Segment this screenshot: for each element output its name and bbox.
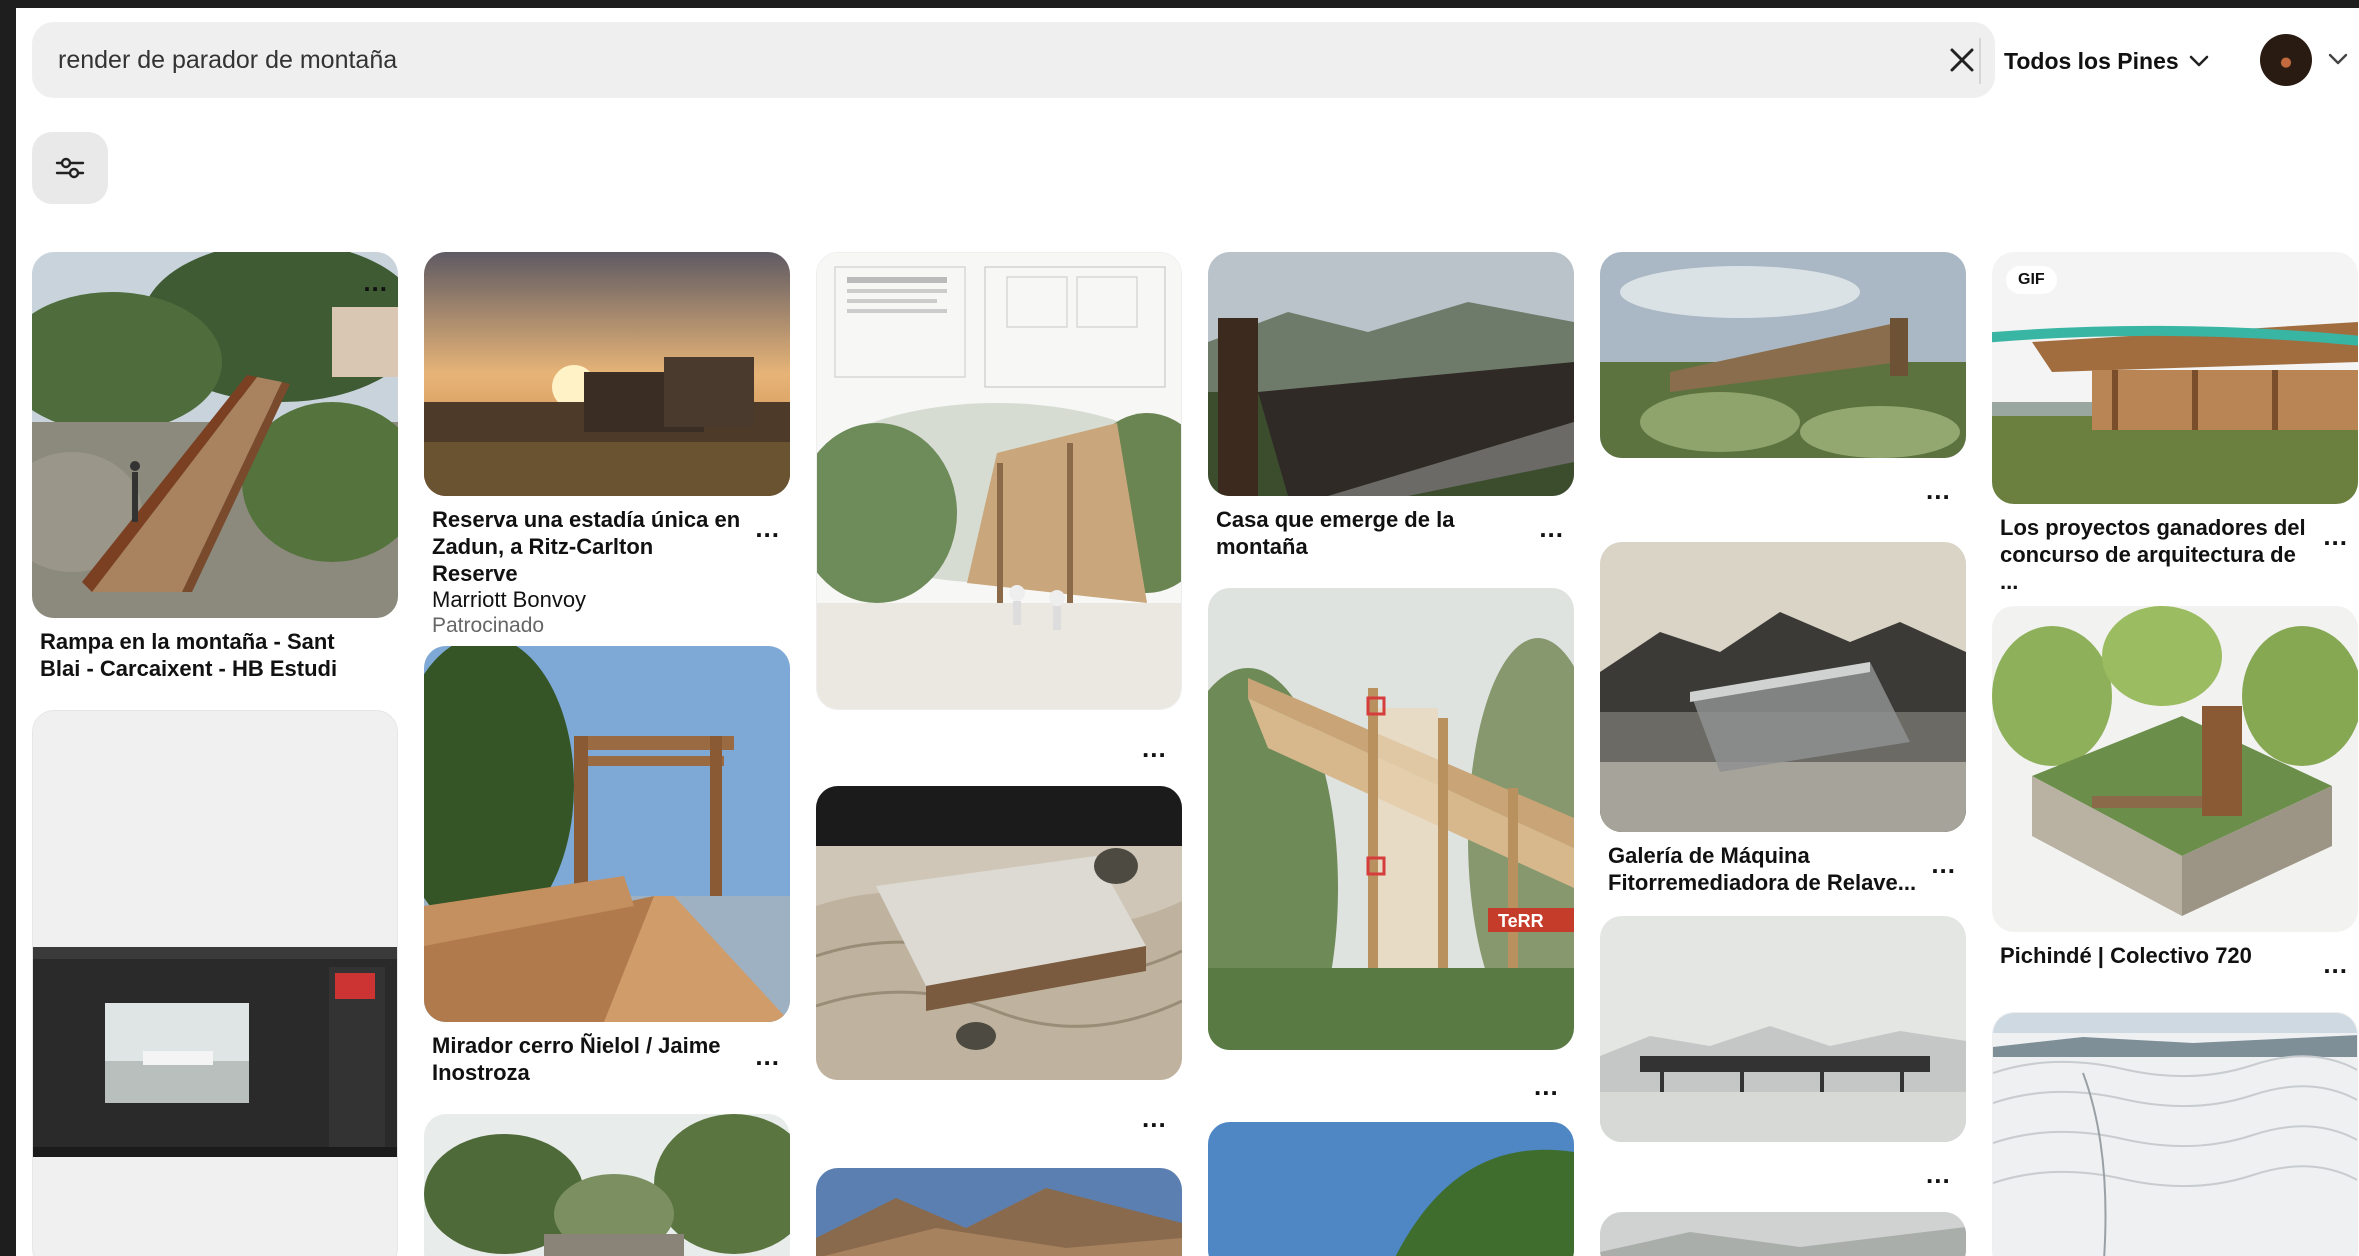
more-options-icon[interactable]: ...	[755, 515, 780, 541]
pin-image[interactable]	[1600, 916, 1966, 1142]
search-input[interactable]: render de parador de montaña	[58, 22, 397, 98]
more-options-icon[interactable]: ...	[2323, 523, 2348, 549]
pin-card[interactable]	[424, 1114, 790, 1256]
pin-advertiser[interactable]: Marriott Bonvoy	[424, 587, 790, 613]
pin-image[interactable]	[1600, 252, 1966, 458]
pin-image[interactable]	[1208, 252, 1574, 496]
search-divider	[1979, 38, 1981, 84]
pin-scope-dropdown[interactable]: Todos los Pines	[2004, 38, 2209, 84]
pin-card[interactable]	[816, 1168, 1182, 1256]
pin-title[interactable]: Pichindé | Colectivo 720	[1992, 932, 2358, 969]
gif-badge: GIF	[2006, 266, 2057, 294]
close-icon	[1950, 48, 1974, 72]
pin-title[interactable]: Los proyectos ganadores del concurso de …	[1992, 504, 2358, 595]
pin-image[interactable]	[1600, 1212, 1966, 1256]
pin-card[interactable]: Casa que emerge de la montaña ...	[1208, 252, 1574, 560]
pin-card[interactable]: Pichindé | Colectivo 720 ...	[1992, 606, 2358, 977]
pin-scope-label: Todos los Pines	[2004, 47, 2179, 74]
filters-button[interactable]	[32, 132, 108, 204]
pin-title[interactable]: Casa que emerge de la montaña	[1208, 496, 1574, 560]
pin-image[interactable]	[424, 646, 790, 1022]
pin-image[interactable]	[816, 1168, 1182, 1256]
account-menu-chevron-icon[interactable]	[2328, 52, 2348, 66]
pin-card[interactable]: Galería de Máquina Fitorremediadora de R…	[1600, 542, 1966, 896]
pin-title[interactable]: Reserva una estadía única en Zadun, a Ri…	[424, 496, 790, 587]
pin-image[interactable]	[32, 252, 398, 618]
pin-image[interactable]	[1208, 1122, 1574, 1256]
pin-card[interactable]: ...	[1600, 252, 1966, 503]
pin-image[interactable]	[424, 1114, 790, 1256]
pin-card[interactable]: ...	[816, 252, 1182, 761]
more-options-icon[interactable]: ...	[1142, 735, 1167, 761]
pin-card[interactable]: Rampa en la montaña - Sant Blai - Carcai…	[32, 252, 398, 682]
pin-card[interactable]: TeRR ...	[1208, 588, 1574, 1099]
sliders-icon	[55, 157, 85, 179]
more-options-icon[interactable]: ...	[1142, 1105, 1167, 1131]
pin-image[interactable]	[424, 252, 790, 496]
image-sign-text: TeRR	[1498, 911, 1544, 931]
chevron-down-icon	[2189, 55, 2208, 67]
pin-card[interactable]	[32, 710, 398, 1256]
pin-image[interactable]	[1992, 1012, 2358, 1256]
pin-card[interactable]	[1208, 1122, 1574, 1256]
pin-card[interactable]: ...	[816, 786, 1182, 1131]
more-options-icon[interactable]: ...	[1534, 1073, 1559, 1099]
pin-title[interactable]: Galería de Máquina Fitorremediadora de R…	[1600, 832, 1966, 896]
pin-card[interactable]: Mirador cerro Ñielol / Jaime Inostroza .…	[424, 646, 790, 1086]
more-options-icon[interactable]: ...	[2323, 951, 2348, 977]
pin-image[interactable]: GIF	[1992, 252, 2358, 504]
pin-image[interactable]: TeRR	[1208, 588, 1574, 1050]
pin-card[interactable]	[1600, 1212, 1966, 1256]
more-options-icon[interactable]: ...	[1926, 1161, 1951, 1187]
pin-image[interactable]	[1992, 606, 2358, 932]
sponsored-label: Patrocinado	[432, 614, 545, 637]
pin-card[interactable]: GIF Los proyectos ganadores del concurso…	[1992, 252, 2358, 595]
pinterest-search-page: render de parador de montaña Todos los P…	[16, 8, 2359, 1256]
pin-card[interactable]: Reserva una estadía única en Zadun, a Ri…	[424, 252, 790, 639]
pin-title[interactable]: Rampa en la montaña - Sant Blai - Carcai…	[32, 618, 398, 682]
pin-title[interactable]: Mirador cerro Ñielol / Jaime Inostroza	[424, 1022, 790, 1086]
more-options-icon[interactable]: ...	[755, 1043, 780, 1069]
more-options-icon[interactable]: ...	[1926, 477, 1951, 503]
more-options-icon[interactable]: ...	[363, 269, 388, 295]
pin-image[interactable]	[816, 786, 1182, 1080]
avatar[interactable]	[2260, 34, 2312, 86]
pin-image[interactable]	[32, 710, 398, 1256]
pin-image[interactable]	[1600, 542, 1966, 832]
pin-card[interactable]: ...	[1600, 916, 1966, 1187]
pin-image[interactable]	[816, 252, 1182, 710]
more-options-icon[interactable]: ...	[1539, 515, 1564, 541]
more-options-icon[interactable]: ...	[1931, 851, 1956, 877]
search-bar[interactable]: render de parador de montaña	[32, 22, 1995, 98]
pin-card[interactable]	[1992, 1012, 2358, 1256]
